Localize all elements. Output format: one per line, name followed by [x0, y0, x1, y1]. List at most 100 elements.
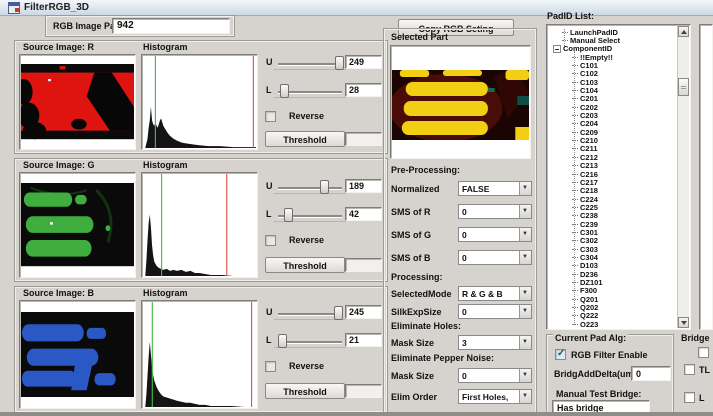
slider-track	[278, 187, 342, 189]
tree-connector	[572, 224, 578, 225]
tree-item[interactable]: Q202	[549, 303, 676, 311]
upper-threshold-slider[interactable]	[278, 305, 342, 321]
tree-item[interactable]: C203	[549, 111, 676, 119]
slider-thumb[interactable]	[278, 334, 287, 348]
threshold-button[interactable]: Threshold	[265, 131, 345, 147]
tree-item[interactable]: C202	[549, 103, 676, 111]
tree-item[interactable]: D236	[549, 270, 676, 278]
lower-threshold-label: L	[266, 209, 272, 219]
tree-item[interactable]: C238	[549, 212, 676, 220]
tree-item[interactable]: C217	[549, 178, 676, 186]
dropdown-arrow-icon[interactable]	[519, 390, 531, 403]
tree-item[interactable]: C224	[549, 195, 676, 203]
scroll-down-icon[interactable]	[678, 317, 689, 328]
lower-threshold-slider[interactable]	[278, 207, 342, 223]
scroll-up-icon[interactable]	[678, 26, 689, 37]
bridge-checkbox[interactable]	[698, 347, 709, 358]
lower-threshold-slider[interactable]	[278, 83, 342, 99]
dropdown-arrow-icon[interactable]	[519, 287, 531, 300]
elim-order-select[interactable]: First Holes,	[458, 389, 532, 404]
tree-item[interactable]: C104	[549, 86, 676, 94]
tree-item[interactable]: DZ101	[549, 278, 676, 286]
upper-threshold-value[interactable]: 245	[345, 305, 382, 319]
pepper-mask-size-select[interactable]: 0	[458, 368, 532, 383]
sms-of-g-select[interactable]: 0	[458, 227, 532, 242]
bridge-tl-checkbox[interactable]	[684, 364, 695, 375]
tree-item[interactable]: Q201	[549, 295, 676, 303]
tree-scrollbar[interactable]	[677, 26, 689, 328]
dropdown-arrow-icon[interactable]	[519, 205, 531, 218]
upper-threshold-value[interactable]: 249	[345, 55, 382, 69]
tree-connector	[572, 165, 578, 166]
slider-track	[278, 63, 342, 65]
tree-item[interactable]: C103	[549, 78, 676, 86]
lower-threshold-value[interactable]: 21	[345, 333, 382, 347]
bridge-panel-title: Bridge	[681, 333, 710, 343]
slider-thumb[interactable]	[280, 84, 289, 98]
tree-item[interactable]: C239	[549, 220, 676, 228]
lower-threshold-value[interactable]: 42	[345, 207, 382, 221]
tree-item[interactable]: C301	[549, 228, 676, 236]
threshold-button[interactable]: Threshold	[265, 257, 345, 273]
sms-of-r-select[interactable]: 0	[458, 204, 532, 219]
scrollbar-thumb[interactable]	[678, 78, 689, 96]
slider-thumb[interactable]	[320, 180, 329, 194]
tree-item[interactable]: C201	[549, 95, 676, 103]
normalized-select[interactable]: FALSE	[458, 181, 532, 196]
reverse-label: Reverse	[289, 235, 324, 245]
lower-threshold-value[interactable]: 28	[345, 83, 382, 97]
tree-connector	[572, 299, 578, 300]
upper-threshold-value[interactable]: 189	[345, 179, 382, 193]
tree-connector	[572, 290, 578, 291]
dropdown-arrow-icon[interactable]	[519, 305, 531, 318]
tree-item[interactable]: C211	[549, 145, 676, 153]
tree-connector	[572, 249, 578, 250]
tree-item[interactable]: C225	[549, 203, 676, 211]
slider-thumb[interactable]	[284, 208, 293, 222]
tree-item[interactable]: C218	[549, 187, 676, 195]
selected-mode-select[interactable]: R & G & B	[458, 286, 532, 301]
holes-mask-size-select[interactable]: 3	[458, 335, 532, 350]
upper-threshold-slider[interactable]	[278, 55, 342, 71]
tree-item[interactable]: D103	[549, 262, 676, 270]
tree-item[interactable]: C213	[549, 162, 676, 170]
tree-connector	[572, 107, 578, 108]
source-image-g-panel: Source Image: G Histogram U 189 L 42 Rev…	[14, 158, 388, 282]
tree-item[interactable]: Q222	[549, 312, 676, 320]
tree-item[interactable]: C303	[549, 245, 676, 253]
tree-item[interactable]: C304	[549, 253, 676, 261]
bridge-delta-input[interactable]: 0	[631, 366, 671, 381]
tree-item[interactable]: C209	[549, 128, 676, 136]
tree-item[interactable]: C216	[549, 170, 676, 178]
tree-item[interactable]: C212	[549, 153, 676, 161]
dropdown-arrow-icon[interactable]	[519, 369, 531, 382]
tree-connector	[572, 265, 578, 266]
tree-item[interactable]: C302	[549, 237, 676, 245]
threshold-button[interactable]: Threshold	[265, 383, 345, 399]
tree-item[interactable]: C102	[549, 70, 676, 78]
slider-thumb[interactable]	[335, 56, 344, 70]
slider-thumb[interactable]	[334, 306, 343, 320]
upper-threshold-slider[interactable]	[278, 179, 342, 195]
silk-exp-size-select[interactable]: 0	[458, 304, 532, 319]
tree-item[interactable]: Q223	[549, 320, 676, 327]
dropdown-arrow-icon[interactable]	[519, 251, 531, 264]
dropdown-arrow-icon[interactable]	[519, 182, 531, 195]
histogram-b-label: Histogram	[141, 288, 190, 298]
collapse-icon[interactable]	[553, 45, 561, 53]
dropdown-arrow-icon[interactable]	[519, 228, 531, 241]
reverse-checkbox[interactable]	[265, 111, 276, 122]
tree-item[interactable]: C210	[549, 136, 676, 144]
reverse-checkbox[interactable]	[265, 235, 276, 246]
rgb-filter-enable-checkbox[interactable]	[555, 349, 566, 360]
tree-item[interactable]: F300	[549, 287, 676, 295]
lower-threshold-slider[interactable]	[278, 333, 342, 349]
tree-item[interactable]: C204	[549, 120, 676, 128]
dropdown-arrow-icon[interactable]	[519, 336, 531, 349]
sms-of-b-select[interactable]: 0	[458, 250, 532, 265]
tree-item[interactable]: C101	[549, 61, 676, 69]
tree-item[interactable]: !!Empty!!	[549, 53, 676, 61]
threshold-result-box	[345, 258, 382, 272]
reverse-checkbox[interactable]	[265, 361, 276, 372]
bridge-l-checkbox[interactable]	[684, 392, 695, 403]
